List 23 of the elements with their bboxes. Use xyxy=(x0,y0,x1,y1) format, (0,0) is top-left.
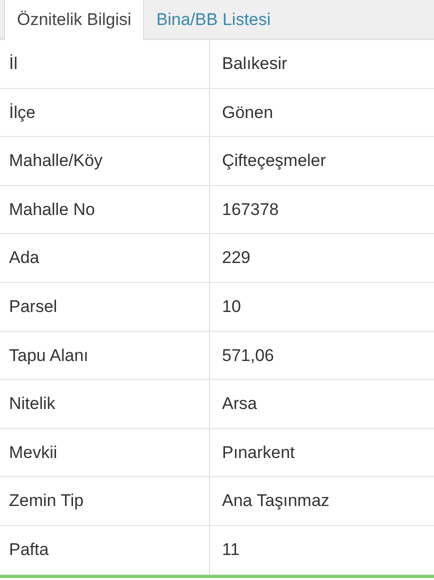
field-label: Zemin Tip xyxy=(0,477,210,525)
field-value: 11 xyxy=(221,538,241,561)
field-label: Mahalle No xyxy=(0,186,210,234)
field-label: İl xyxy=(0,40,210,88)
field-value: Çifteçeşmeler xyxy=(221,150,327,172)
field-label: Parsel xyxy=(0,282,210,331)
field-label: Nitelik xyxy=(0,380,210,428)
field-value: Balıkesir xyxy=(221,53,288,76)
field-value: Gönen xyxy=(221,102,274,124)
field-label: Mevkii xyxy=(0,428,210,476)
field-label: Pafta xyxy=(0,526,210,574)
field-value: Pınarkent xyxy=(221,442,296,464)
field-value: 571,06 xyxy=(221,344,275,367)
field-label: Mahalle/Köy xyxy=(0,137,210,185)
field-value: Ana Taşınmaz xyxy=(221,490,330,512)
field-label: Ada xyxy=(0,234,210,282)
field-value: 229 xyxy=(221,247,252,270)
tab[interactable]: Öznitelik Bilgisi xyxy=(4,0,144,40)
field-value: Arsa xyxy=(221,393,258,416)
field-value: 167378 xyxy=(221,198,280,221)
field-label: Tapu Alanı xyxy=(0,332,210,380)
field-value: 10 xyxy=(221,296,242,318)
field-label: İlçe xyxy=(0,88,210,136)
